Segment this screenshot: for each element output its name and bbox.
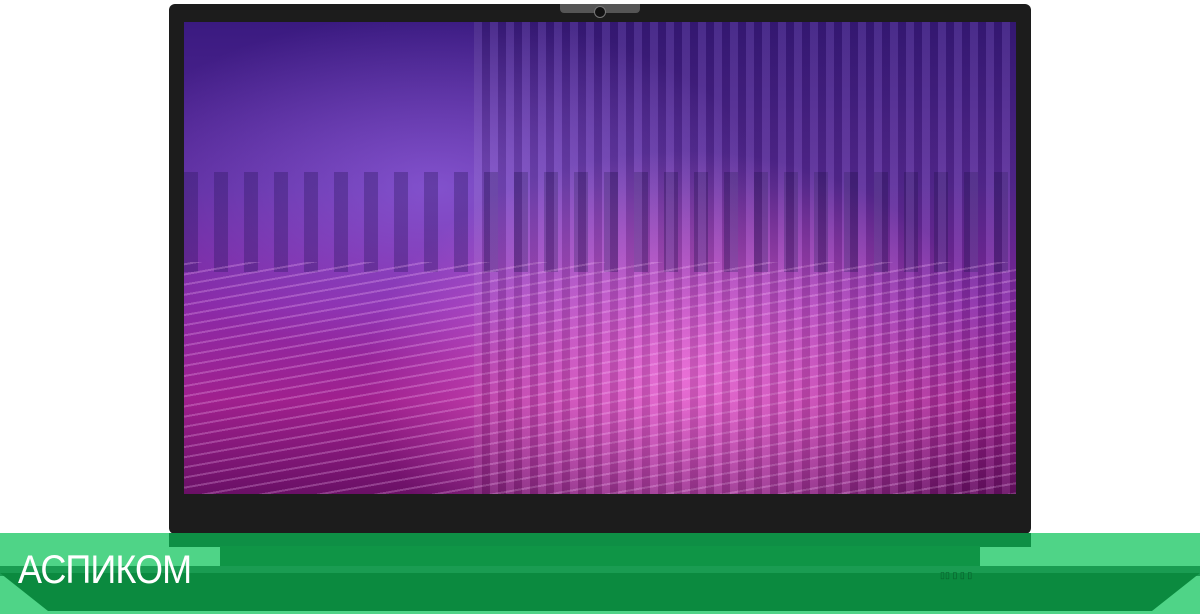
vertical-light-stripes [474, 22, 1016, 494]
webcam-icon [594, 6, 606, 18]
brand-watermark: АСПИКОМ [18, 548, 192, 592]
laptop-screen-wallpaper [184, 22, 1016, 494]
status-led-icons: ▯▯ ▯ ▯ ▯ [940, 570, 973, 580]
lid-bottom-bezel [169, 533, 1031, 547]
